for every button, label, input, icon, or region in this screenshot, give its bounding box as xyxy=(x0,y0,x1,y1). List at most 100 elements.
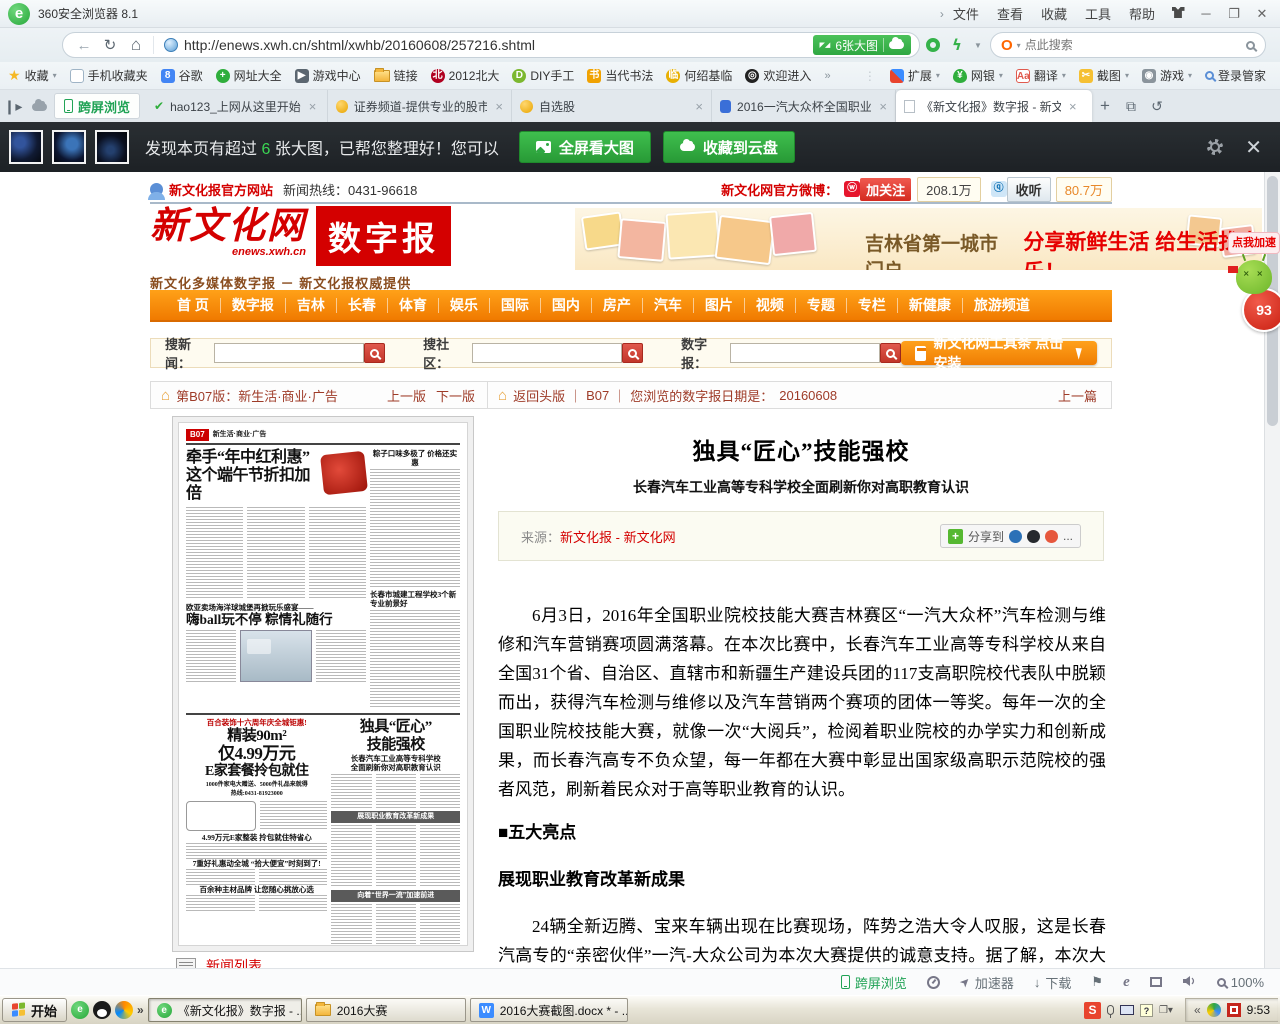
menu-view[interactable]: 查看 xyxy=(997,4,1023,23)
next-page-link[interactable]: 下一版 xyxy=(436,386,475,405)
bookmark-hesaoji[interactable]: 临何绍基临 xyxy=(666,67,732,84)
tool-games[interactable]: ◉游戏▾ xyxy=(1142,67,1192,84)
sina-weibo-icon[interactable]: ⓦ xyxy=(844,181,860,197)
nav-realestate[interactable]: 房产 xyxy=(592,298,643,313)
image-thumbnail[interactable] xyxy=(95,130,129,164)
menu-help[interactable]: 帮助 xyxy=(1129,4,1155,23)
favorites-button[interactable]: ★收藏▾ xyxy=(8,67,57,84)
url-input[interactable] xyxy=(184,37,813,53)
tool-screenshot[interactable]: ✂截图▾ xyxy=(1079,67,1129,84)
gear-icon[interactable] xyxy=(1207,139,1223,155)
language-options-icon[interactable]: ❐▾ xyxy=(1159,1005,1173,1016)
accelerator-button[interactable]: ➤加速器 xyxy=(960,973,1014,992)
snapshot-aperture-icon[interactable] xyxy=(926,38,940,52)
speedup-mascot-widget[interactable]: 点我加速 × × 93 xyxy=(1228,232,1280,362)
bookmark-welcome[interactable]: ◎欢迎进入 xyxy=(745,67,811,84)
mascot-icon[interactable]: × × xyxy=(1236,260,1272,294)
image-thumbnail[interactable] xyxy=(52,130,86,164)
search-bbs-button[interactable] xyxy=(622,343,643,363)
tab-close-icon[interactable]: × xyxy=(879,99,887,114)
tray-expand-icon[interactable]: « xyxy=(1194,1003,1201,1017)
keyboard-icon[interactable] xyxy=(1120,1005,1134,1015)
nav-home[interactable]: 首 页 xyxy=(166,298,221,313)
microphone-icon[interactable] xyxy=(1107,1005,1114,1015)
minimize-button[interactable]: ─ xyxy=(1192,6,1220,21)
tool-extensions[interactable]: 扩展▾ xyxy=(890,67,940,84)
ie-mode-icon[interactable]: e xyxy=(1123,975,1130,990)
tab-tieba[interactable]: 2016一汽大众杯全国职业院校× xyxy=(712,90,896,122)
share-more[interactable]: ... xyxy=(1063,529,1073,543)
refresh-icon[interactable]: ↻ xyxy=(97,36,123,54)
search-box[interactable]: O ▾ xyxy=(990,32,1266,58)
tencent-weibo-icon[interactable]: ⓠ xyxy=(991,181,1007,197)
address-bar[interactable]: ← ↻ ⌂ ◤◢ 6张大图 xyxy=(62,32,920,58)
menu-tools[interactable]: 工具 xyxy=(1085,4,1111,23)
nav-topics[interactable]: 专题 xyxy=(796,298,847,313)
nav-columns[interactable]: 专栏 xyxy=(847,298,898,313)
renren-icon[interactable] xyxy=(1009,530,1022,543)
speed-dial-icon[interactable] xyxy=(927,976,940,989)
speed-bolt-icon[interactable]: ϟ xyxy=(952,38,962,52)
nav-changchun[interactable]: 长春 xyxy=(337,298,388,313)
back-home-link[interactable]: 返回头版 xyxy=(513,386,565,405)
bookmark-links-folder[interactable]: 链接 xyxy=(374,67,418,84)
cross-screen-button[interactable]: 跨屏浏览 xyxy=(841,973,907,992)
search-paper-button[interactable] xyxy=(880,343,901,363)
quicklaunch-media-icon[interactable] xyxy=(115,1001,133,1019)
listen-button[interactable]: 收听 xyxy=(1007,177,1051,202)
cross-screen-tab[interactable]: 跨屏浏览 xyxy=(54,93,140,119)
skin-icon[interactable] xyxy=(1164,6,1192,21)
sogou-input-icon[interactable]: S xyxy=(1084,1002,1101,1019)
bookmark-diy[interactable]: DDIY手工 xyxy=(512,67,574,84)
image-thumbnail[interactable] xyxy=(9,130,43,164)
nav-international[interactable]: 国际 xyxy=(490,298,541,313)
cloud-sync-icon[interactable] xyxy=(26,98,52,114)
home-icon[interactable]: ⌂ xyxy=(123,35,149,55)
menu-chevron-icon[interactable]: › xyxy=(940,7,944,21)
tray-sogou-icon[interactable] xyxy=(1227,1003,1241,1017)
source-value[interactable]: 新文化报 - 新文化网 xyxy=(560,527,676,546)
tab-stock-channel[interactable]: 证券频道-提供专业的股市新× xyxy=(328,90,512,122)
restore-tab-icon[interactable]: ↺ xyxy=(1144,98,1170,115)
tab-close-icon[interactable]: × xyxy=(495,99,503,114)
share-widget[interactable]: + 分享到 ... xyxy=(940,524,1081,548)
close-notification-icon[interactable]: ✕ xyxy=(1245,135,1262,160)
nav-auto[interactable]: 汽车 xyxy=(643,298,694,313)
search-news-button[interactable] xyxy=(364,343,385,363)
menu-favorites[interactable]: 收藏 xyxy=(1041,4,1067,23)
bookmarks-overflow-icon[interactable]: » xyxy=(824,70,830,82)
tab-stocks[interactable]: 自选股× xyxy=(512,90,712,122)
menu-file[interactable]: 文件 xyxy=(953,4,979,23)
search-input[interactable] xyxy=(1025,38,1242,52)
nav-entertainment[interactable]: 娱乐 xyxy=(439,298,490,313)
toolbar-install-button[interactable]: 新文化网工具条 点击安装 xyxy=(901,341,1097,365)
tray-360-icon[interactable] xyxy=(1207,1003,1221,1017)
bookmark-google[interactable]: 8谷歌 xyxy=(161,67,203,84)
nav-sports[interactable]: 体育 xyxy=(388,298,439,313)
tab-hao123[interactable]: ✔hao123_上网从这里开始× xyxy=(146,90,328,122)
nav-digital[interactable]: 数字报 xyxy=(221,298,286,313)
save-to-cloud-button[interactable]: 收藏到云盘 xyxy=(663,131,795,163)
back-icon[interactable]: ← xyxy=(71,37,97,54)
tab-list-icon[interactable]: ⧉ xyxy=(1118,98,1144,115)
close-button[interactable]: ✕ xyxy=(1248,6,1276,22)
start-button[interactable]: 开始 xyxy=(2,998,67,1022)
mute-icon[interactable] xyxy=(1182,975,1197,990)
quicklaunch-overflow-icon[interactable]: » xyxy=(137,1003,144,1017)
follow-button[interactable]: 加关注 xyxy=(860,178,911,201)
task-button-folder[interactable]: 2016大赛 xyxy=(306,998,466,1022)
search-icon[interactable] xyxy=(1246,41,1255,50)
toolbar-dropdown-icon[interactable]: ▼ xyxy=(974,41,982,50)
nav-pictures[interactable]: 图片 xyxy=(694,298,745,313)
quicklaunch-browser-icon[interactable]: e xyxy=(71,1001,89,1019)
engine-dropdown-icon[interactable]: ▾ xyxy=(1017,41,1021,50)
help-icon[interactable]: ? xyxy=(1140,1004,1153,1017)
tool-login-manager[interactable]: 登录管家 xyxy=(1205,67,1266,84)
bookmark-navsite[interactable]: +网址大全 xyxy=(216,67,282,84)
tab-close-icon[interactable]: × xyxy=(1069,99,1077,114)
maximize-button[interactable]: ❐ xyxy=(1220,6,1248,22)
tab-close-icon[interactable]: × xyxy=(309,99,317,114)
search-news-input[interactable] xyxy=(214,343,364,363)
zoom-control[interactable]: 100% xyxy=(1217,975,1264,990)
tool-translate[interactable]: Aa翻译▾ xyxy=(1016,67,1066,84)
